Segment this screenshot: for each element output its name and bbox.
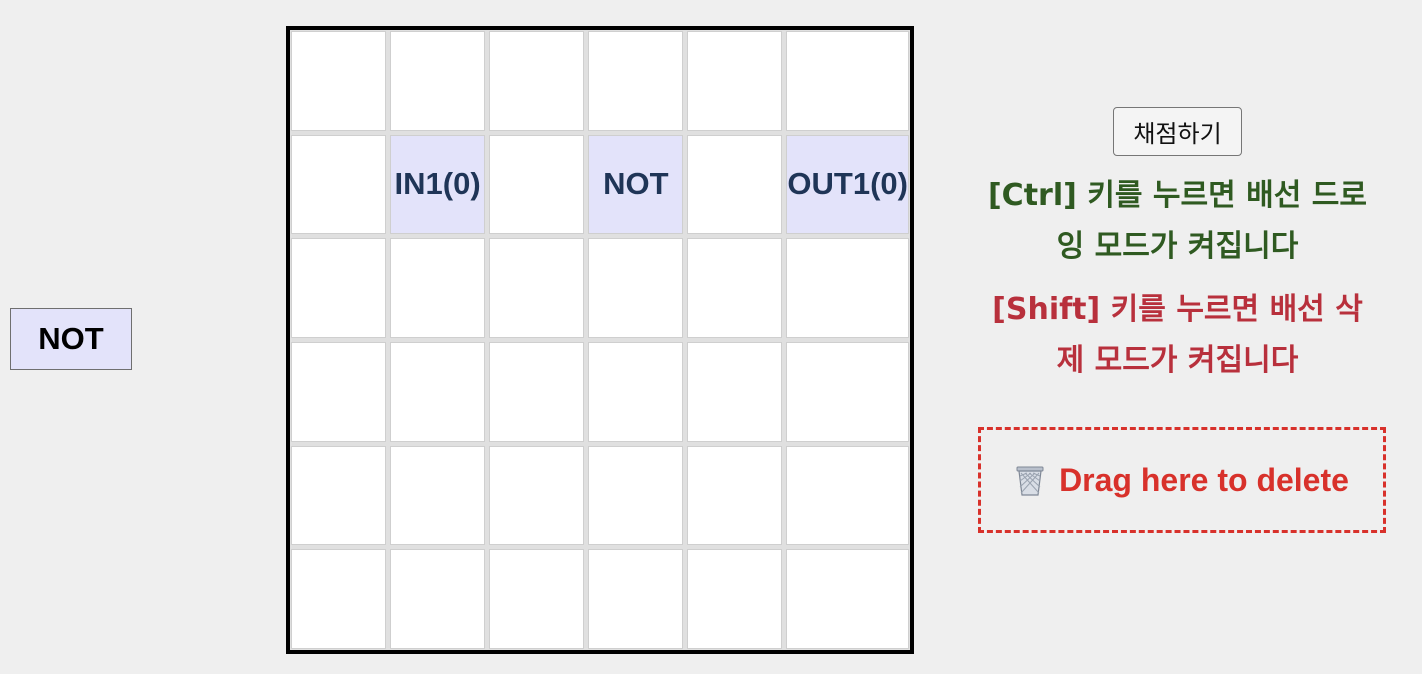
grid-cell[interactable] [588, 549, 684, 649]
trash-label: Drag here to delete [1059, 461, 1349, 498]
grid-cell[interactable] [291, 134, 387, 235]
grid-cell[interactable] [588, 445, 684, 546]
grid-cell[interactable] [291, 341, 387, 442]
grid-cell[interactable] [390, 549, 486, 649]
grid-cell[interactable] [390, 341, 486, 442]
grid-cell[interactable] [489, 31, 585, 131]
grid-cell[interactable] [687, 134, 783, 235]
grid-cell[interactable] [588, 31, 684, 131]
ctrl-hint-line-1: [Ctrl] 키를 누르면 배선 드로 [987, 178, 1368, 213]
ctrl-hint-line-2: 잉 모드가 켜집니다 [1056, 229, 1299, 264]
grid-cell[interactable] [489, 238, 585, 338]
grid-cell[interactable] [390, 238, 486, 338]
gate-label: OUT1(0) [787, 166, 908, 202]
grid-cell[interactable] [291, 549, 387, 649]
circuit-grid: IN1(0) NOT OUT1(0) [286, 26, 914, 654]
grid-cell[interactable] [489, 341, 585, 442]
trash-drop-zone[interactable]: Drag here to delete [978, 427, 1386, 533]
gate-label: IN1(0) [394, 166, 481, 202]
grid-cell[interactable] [786, 341, 909, 442]
ctrl-wiring-hint: [Ctrl] 키를 누르면 배선 드로 잉 모드가 켜집니다 [975, 170, 1380, 272]
grid-cell[interactable] [687, 549, 783, 649]
grid-cell[interactable] [489, 549, 585, 649]
shift-hint-line-2: 제 모드가 켜집니다 [1056, 343, 1299, 378]
grid-cell[interactable] [291, 238, 387, 338]
grid-cell[interactable] [588, 238, 684, 338]
grid-cell[interactable] [390, 445, 486, 546]
grid-cell[interactable] [687, 341, 783, 442]
grid-cell[interactable] [291, 445, 387, 546]
shift-hint-line-1: [Shift] 키를 누르면 배선 삭 [992, 292, 1363, 327]
grid-cell[interactable] [786, 238, 909, 338]
not-gate[interactable]: NOT [588, 134, 684, 235]
grid-cell[interactable] [489, 445, 585, 546]
circuit-builder-page: NOT IN1(0) NOT OUT1(0) 채점하기 [Ctrl] 키를 누르면 … [0, 0, 1422, 674]
grid-cell[interactable] [687, 31, 783, 131]
grid-cell[interactable] [687, 445, 783, 546]
shift-delete-hint: [Shift] 키를 누르면 배선 삭 제 모드가 켜집니다 [975, 284, 1380, 386]
gate-label: NOT [603, 166, 669, 202]
grid-cell[interactable] [588, 341, 684, 442]
grid-cell[interactable] [291, 31, 387, 131]
grid-cell[interactable] [786, 31, 909, 131]
grid-cell[interactable] [390, 31, 486, 131]
output-gate-out1[interactable]: OUT1(0) [786, 134, 909, 235]
grid-cell[interactable] [489, 134, 585, 235]
input-gate-in1[interactable]: IN1(0) [390, 134, 486, 235]
grid-cell[interactable] [786, 445, 909, 546]
grid-cell[interactable] [687, 238, 783, 338]
grade-button[interactable]: 채점하기 [1113, 107, 1242, 156]
grid-cell[interactable] [786, 549, 909, 649]
trash-bin-icon [1015, 463, 1045, 497]
palette-not-gate[interactable]: NOT [10, 308, 132, 370]
